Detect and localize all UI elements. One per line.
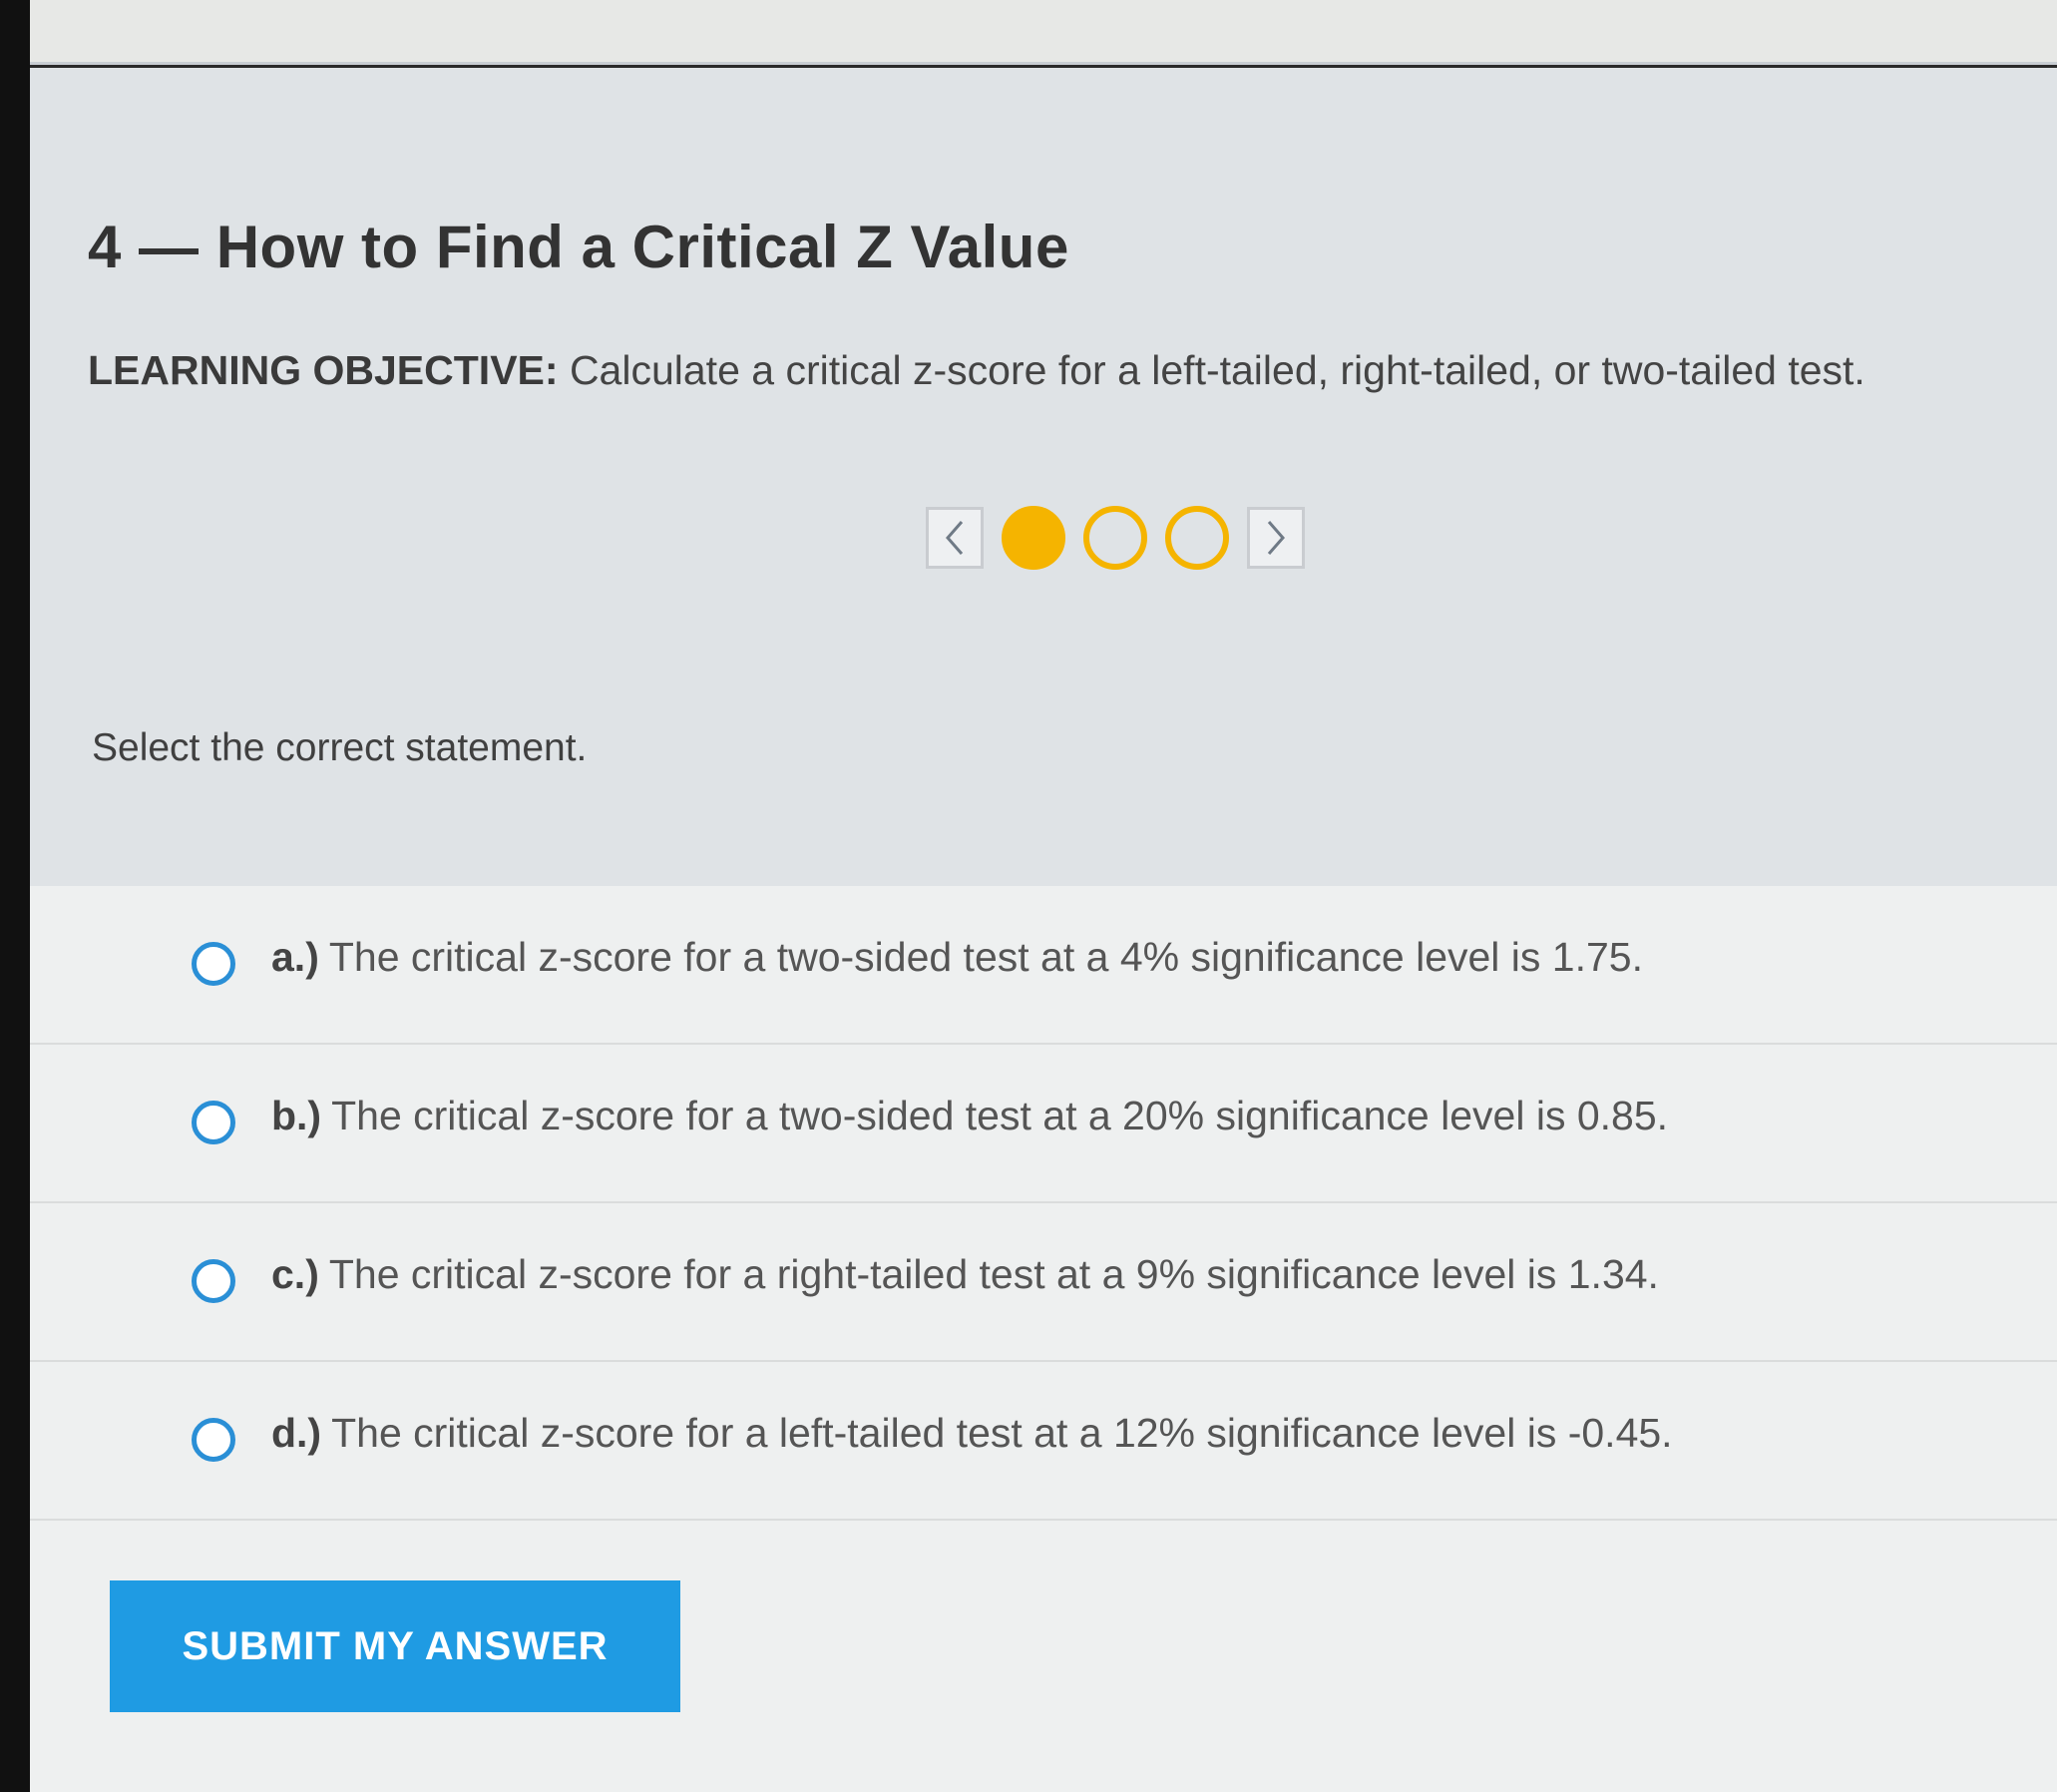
answer-option-d[interactable]: d.) The critical z-score for a left-taile… — [30, 1362, 2057, 1521]
learning-objective: LEARNING OBJECTIVE: Calculate a critical… — [88, 347, 1865, 394]
option-d-letter: d.) — [271, 1410, 322, 1456]
question-header: 4 — How to Find a Critical Z Value LEARN… — [30, 68, 2057, 886]
lesson-title: 4 — How to Find a Critical Z Value — [88, 214, 1069, 280]
option-b-statement: The critical z-score for a two-sided tes… — [331, 1093, 1669, 1138]
answer-options: a.) The critical z-score for a two-sided … — [30, 886, 2057, 1521]
question-page: 4 — How to Find a Critical Z Value LEARN… — [30, 68, 2057, 1792]
radio-button-a[interactable] — [192, 942, 235, 986]
chevron-left-icon — [946, 521, 964, 555]
prev-step-button[interactable] — [926, 507, 984, 569]
objective-text: Calculate a critical z-score for a left-… — [569, 347, 1865, 393]
option-a-statement: The critical z-score for a two-sided tes… — [328, 934, 1643, 980]
answer-option-a[interactable]: a.) The critical z-score for a two-sided … — [30, 886, 2057, 1045]
step-dot-2[interactable] — [1083, 506, 1147, 570]
radio-button-b[interactable] — [192, 1101, 235, 1144]
option-d-statement: The critical z-score for a left-tailed t… — [331, 1410, 1673, 1456]
chevron-right-icon — [1267, 521, 1285, 555]
option-b-text: b.) The critical z-score for a two-sided … — [271, 1093, 1668, 1139]
step-dot-1[interactable] — [1002, 506, 1065, 570]
objective-label: LEARNING OBJECTIVE: — [88, 347, 559, 393]
option-c-text: c.) The critical z-score for a right-tail… — [271, 1251, 1659, 1298]
radio-button-c[interactable] — [192, 1259, 235, 1303]
option-d-text: d.) The critical z-score for a left-taile… — [271, 1410, 1673, 1457]
option-c-statement: The critical z-score for a right-tailed … — [328, 1251, 1659, 1297]
submit-answer-button[interactable]: SUBMIT MY ANSWER — [110, 1580, 680, 1712]
next-step-button[interactable] — [1247, 507, 1305, 569]
monitor-bezel — [0, 0, 30, 1792]
option-c-letter: c.) — [271, 1251, 319, 1297]
question-prompt: Select the correct statement. — [92, 726, 588, 769]
answer-option-b[interactable]: b.) The critical z-score for a two-sided … — [30, 1045, 2057, 1203]
option-b-letter: b.) — [271, 1093, 322, 1138]
radio-button-d[interactable] — [192, 1418, 235, 1462]
top-strip — [30, 0, 2057, 65]
step-navigation — [926, 505, 1305, 571]
option-a-text: a.) The critical z-score for a two-sided … — [271, 934, 1643, 981]
answer-option-c[interactable]: c.) The critical z-score for a right-tail… — [30, 1203, 2057, 1362]
option-a-letter: a.) — [271, 934, 319, 980]
step-dot-3[interactable] — [1165, 506, 1229, 570]
